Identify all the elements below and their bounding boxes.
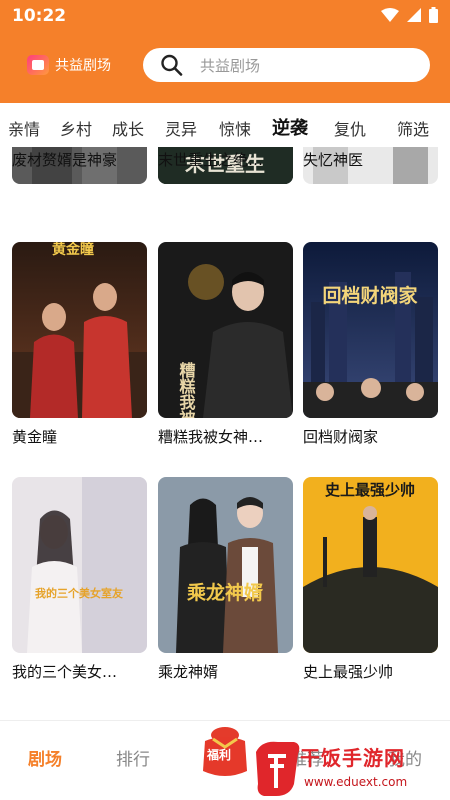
drama-title: 糟糕我被女神… xyxy=(158,428,264,446)
poster-caption: 乘龙神婿 xyxy=(186,581,264,604)
poster-caption: 黄金瞳 xyxy=(52,242,94,258)
drama-title: 回档财阀家 xyxy=(303,428,379,446)
watermark-url: www.eduext.com xyxy=(304,775,408,789)
drama-title: 黄金瞳 xyxy=(12,428,58,446)
tab-village[interactable]: 乡村 xyxy=(60,116,92,140)
status-time: 10:22 xyxy=(12,6,67,26)
category-tabs: 亲情 乡村 成长 灵异 惊悚 逆袭 复仇 筛选 xyxy=(0,103,450,147)
battery-icon xyxy=(429,7,438,23)
poster-caption: 我的三个美女室友 xyxy=(35,586,123,600)
wifi-icon xyxy=(381,8,399,22)
watermark-brand: 干饭手游网 xyxy=(300,746,405,770)
search-placeholder: 共益剧场 xyxy=(200,57,261,75)
filter-button[interactable]: 筛选 xyxy=(397,116,429,140)
poster-image: 糟糕我被女神包养了 xyxy=(158,242,293,418)
drama-title: 失忆神医 xyxy=(303,151,364,169)
nav-ranking[interactable]: 排行 xyxy=(116,745,150,770)
app-header: 10:22 共益剧场 共益剧场 xyxy=(0,0,450,103)
poster-image: 史上最强少帅 xyxy=(303,477,438,653)
drama-title: 史上最强少帅 xyxy=(303,663,394,681)
poster-image: 黄金瞳 xyxy=(12,242,147,418)
poster-caption: 史上最强少帅 xyxy=(325,481,415,499)
drama-title: 我的三个美女… xyxy=(12,663,118,681)
nav-theater[interactable]: 剧场 xyxy=(28,745,62,770)
system-icons xyxy=(381,6,438,24)
poster-image: 回档财阀家 xyxy=(303,242,438,418)
search-icon xyxy=(161,54,183,76)
drama-title: 废材赘婿是神豪 xyxy=(12,151,118,169)
tab-growth[interactable]: 成长 xyxy=(112,116,144,140)
poster-image: 我的三个美女室友 xyxy=(12,477,147,653)
drama-title: 末世重生之绝… xyxy=(158,151,264,169)
tab-supernatural[interactable]: 灵异 xyxy=(165,116,197,140)
tab-family[interactable]: 亲情 xyxy=(8,116,40,140)
cellular-signal-icon xyxy=(407,8,421,22)
drama-grid: 废材赘婿是神豪 末世重生 末世重生之绝… 失忆神医 黄金瞳 黄金瞳 糟糕我被女神… xyxy=(0,147,450,720)
drama-title: 乘龙神婿 xyxy=(158,663,219,681)
poster-caption: 糟糕我被女神包养了 xyxy=(177,361,197,418)
tab-counterattack[interactable]: 逆袭 xyxy=(272,114,308,140)
app-name: 共益剧场 xyxy=(55,58,111,74)
poster-caption: 回档财阀家 xyxy=(322,284,418,307)
nav-welfare: 福利 xyxy=(207,748,232,762)
tab-thriller[interactable]: 惊悚 xyxy=(219,116,251,140)
search-bar[interactable]: 共益剧场 xyxy=(143,48,430,82)
tab-revenge[interactable]: 复仇 xyxy=(334,116,366,140)
status-bar: 10:22 xyxy=(0,0,450,30)
poster-image: 乘龙神婿 xyxy=(158,477,293,653)
app-logo xyxy=(27,55,49,75)
